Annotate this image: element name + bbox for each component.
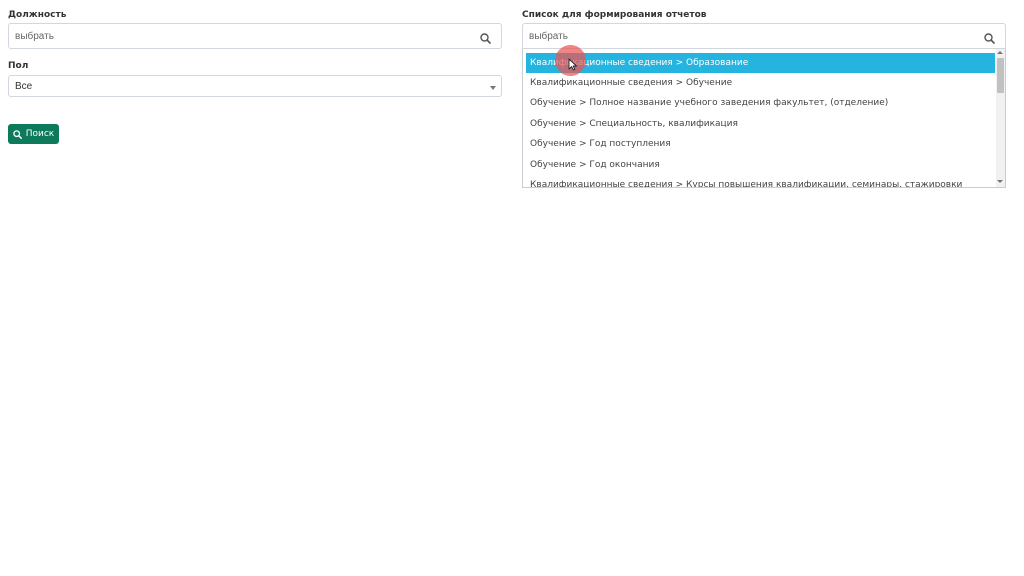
- dropdown-scrollbar[interactable]: [996, 49, 1005, 187]
- list-item[interactable]: Квалификационные сведения > Курсы повыше…: [526, 175, 995, 187]
- report-list-placeholder: выбрать: [529, 31, 568, 42]
- list-item[interactable]: Обучение > Специальность, квалификация: [526, 114, 995, 134]
- gender-label: Пол: [8, 61, 29, 71]
- position-placeholder: выбрать: [15, 31, 54, 42]
- position-label: Должность: [8, 10, 67, 20]
- report-list-label: Список для формирования отчетов: [522, 10, 707, 20]
- search-icon[interactable]: [480, 29, 492, 44]
- list-item[interactable]: Обучение > Год поступления: [526, 134, 995, 154]
- search-button[interactable]: Поиск: [8, 124, 59, 144]
- gender-select[interactable]: Все: [8, 75, 502, 97]
- search-button-label: Поиск: [25, 129, 55, 139]
- chevron-down-icon[interactable]: [490, 86, 496, 90]
- search-icon: [12, 129, 22, 139]
- list-item[interactable]: Обучение > Полное название учебного заве…: [526, 93, 995, 113]
- report-list-dropdown[interactable]: Квалификационные сведения > Образование …: [522, 49, 1006, 188]
- gender-selected-value: Все: [15, 81, 33, 92]
- scroll-up-icon[interactable]: [997, 51, 1003, 54]
- list-item[interactable]: Квалификационные сведения > Обучение: [526, 73, 995, 93]
- list-item[interactable]: Обучение > Год окончания: [526, 155, 995, 175]
- report-list-search-input[interactable]: выбрать: [522, 23, 1006, 49]
- position-select[interactable]: выбрать: [8, 23, 502, 49]
- scroll-down-icon[interactable]: [997, 180, 1003, 183]
- scrollbar-thumb[interactable]: [997, 58, 1004, 93]
- list-item[interactable]: Квалификационные сведения > Образование: [526, 53, 995, 73]
- search-icon[interactable]: [984, 29, 996, 44]
